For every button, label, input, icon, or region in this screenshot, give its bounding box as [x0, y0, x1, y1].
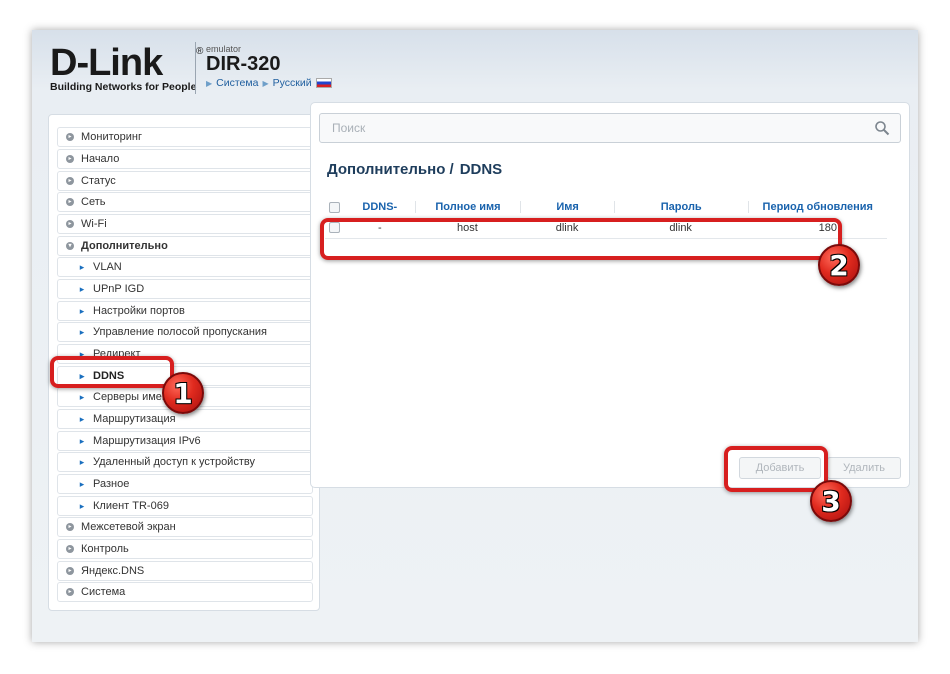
sidebar-item-label: VLAN: [93, 261, 122, 273]
model-info: emulator DIR-320 ▶ Система ▶ Русский: [206, 44, 332, 89]
sidebar-item-vlan[interactable]: ▸ VLAN: [57, 257, 313, 277]
russian-flag-icon[interactable]: [315, 78, 332, 88]
chevron-right-icon: ▸: [66, 155, 74, 163]
sidebar-item-remote-access[interactable]: ▸ Удаленный доступ к устройству: [57, 452, 313, 472]
select-all-checkbox[interactable]: [329, 201, 341, 213]
breadcrumb-parent[interactable]: Дополнительно /: [327, 161, 454, 178]
sidebar-item-label: Яндекс.DNS: [81, 565, 145, 577]
sidebar-item-start[interactable]: ▸ Начало: [57, 149, 313, 169]
chevron-right-icon: ▸: [66, 177, 74, 185]
chevron-right-icon: ▸: [66, 133, 74, 141]
table-header: DDNS- Полное имя Имя Пароль Период обнов…: [325, 197, 887, 217]
column-header-password: Пароль: [613, 201, 748, 213]
sidebar-item-routing-ipv6[interactable]: ▸ Маршрутизация IPv6: [57, 431, 313, 451]
search-icon[interactable]: [874, 120, 890, 136]
step-badge-2: 2: [818, 244, 860, 286]
sidebar-item-label: Удаленный доступ к устройству: [93, 456, 255, 468]
sidebar-item-network[interactable]: ▸ Сеть: [57, 192, 313, 212]
search-input[interactable]: Поиск: [319, 113, 901, 143]
search-placeholder: Поиск: [332, 121, 366, 135]
column-header-ddns: DDNS-: [362, 201, 398, 213]
caret-right-icon: ▸: [79, 262, 85, 272]
main-panel: Поиск Дополнительно / DDNS DDNS- Полное и…: [310, 102, 910, 488]
delete-button[interactable]: Удалить: [827, 457, 901, 479]
caret-right-icon: ▸: [79, 306, 85, 316]
arrow-right-icon: ▶: [206, 78, 213, 88]
chevron-right-icon: ▸: [66, 567, 74, 575]
chevron-right-icon: ▸: [66, 545, 74, 553]
model-name: DIR-320: [206, 53, 281, 75]
highlight-add-button: [724, 446, 828, 492]
sidebar-item-system[interactable]: ▸ Система: [57, 582, 313, 602]
highlight-ddns-menu: [50, 356, 174, 388]
sidebar-item-monitoring[interactable]: ▸ Мониторинг: [57, 127, 313, 147]
step-badge-1: 1: [162, 372, 204, 414]
sidebar-item-bandwidth[interactable]: ▸ Управление полосой пропускания: [57, 322, 313, 342]
sidebar-item-label: Дополнительно: [81, 240, 168, 252]
sidebar-item-label: Разное: [93, 478, 130, 490]
chevron-down-icon: ▾: [66, 242, 74, 250]
column-header-update-period: Период обновления: [747, 201, 888, 213]
sidebar-item-misc[interactable]: ▸ Разное: [57, 474, 313, 494]
sidebar-item-label: Wi-Fi: [81, 218, 107, 230]
sidebar-item-label: UPnP IGD: [93, 283, 145, 295]
sidebar-item-label: Система: [81, 586, 126, 598]
caret-right-icon: ▸: [79, 479, 85, 489]
caret-right-icon: ▸: [79, 436, 85, 446]
chevron-right-icon: ▸: [66, 198, 74, 206]
sidebar-item-firewall[interactable]: ▸ Межсетевой экран: [57, 517, 313, 537]
registered-mark: ®: [196, 46, 204, 57]
highlight-ddns-row: [320, 218, 842, 260]
sidebar-item-yandex-dns[interactable]: ▸ Яндекс.DNS: [57, 561, 313, 581]
system-link[interactable]: Система: [216, 77, 258, 89]
caret-right-icon: ▸: [79, 457, 85, 467]
sidebar-item-upnp[interactable]: ▸ UPnP IGD: [57, 279, 313, 299]
router-web-interface: D-Link ® Building Networks for People em…: [32, 30, 918, 642]
sidebar-item-label: Настройки портов: [93, 305, 185, 317]
sidebar-item-status[interactable]: ▸ Статус: [57, 171, 313, 191]
page-title: Дополнительно / DDNS: [327, 161, 508, 178]
breadcrumb-current: DDNS: [459, 161, 503, 178]
sidebar-item-advanced[interactable]: ▾ Дополнительно: [57, 236, 313, 256]
sidebar-item-label: Маршрутизация: [93, 413, 176, 425]
caret-right-icon: ▸: [79, 284, 85, 294]
sidebar-item-wifi[interactable]: ▸ Wi-Fi: [57, 214, 313, 234]
sidebar-item-label: Сеть: [81, 196, 106, 208]
column-header-full-name: Полное имя: [414, 201, 521, 213]
chevron-right-icon: ▸: [66, 523, 74, 531]
header-divider: [195, 42, 196, 94]
sidebar-item-label: Начало: [81, 153, 120, 165]
step-badge-3: 3: [810, 480, 852, 522]
dlink-logo: D-Link ® Building Networks for People: [50, 42, 203, 93]
arrow-right-icon: ▶: [262, 78, 269, 88]
column-header-name: Имя: [520, 201, 614, 213]
caret-right-icon: ▸: [79, 392, 85, 402]
sidebar-item-label: Контроль: [81, 543, 129, 555]
sidebar-item-label: Маршрутизация IPv6: [93, 435, 201, 447]
caret-right-icon: ▸: [79, 414, 85, 424]
sidebar-item-label: Межсетевой экран: [81, 521, 176, 533]
sidebar-item-label: Клиент TR-069: [93, 500, 169, 512]
sidebar-item-label: Управление полосой пропускания: [93, 326, 268, 338]
caret-right-icon: ▸: [79, 501, 85, 511]
sidebar-item-tr069[interactable]: ▸ Клиент TR-069: [57, 496, 313, 516]
sidebar-item-label: Мониторинг: [81, 131, 143, 143]
language-link[interactable]: Русский: [273, 77, 312, 89]
sidebar-item-label: Статус: [81, 175, 116, 187]
brand-tagline: Building Networks for People: [50, 81, 197, 93]
sidebar-item-port-settings[interactable]: ▸ Настройки портов: [57, 301, 313, 321]
chevron-right-icon: ▸: [66, 588, 74, 596]
sidebar-item-control[interactable]: ▸ Контроль: [57, 539, 313, 559]
sidebar-item-label: Серверы имен: [93, 391, 168, 403]
caret-right-icon: ▸: [79, 327, 85, 337]
brand-name: D-Link: [50, 42, 163, 84]
chevron-right-icon: ▸: [66, 220, 74, 228]
